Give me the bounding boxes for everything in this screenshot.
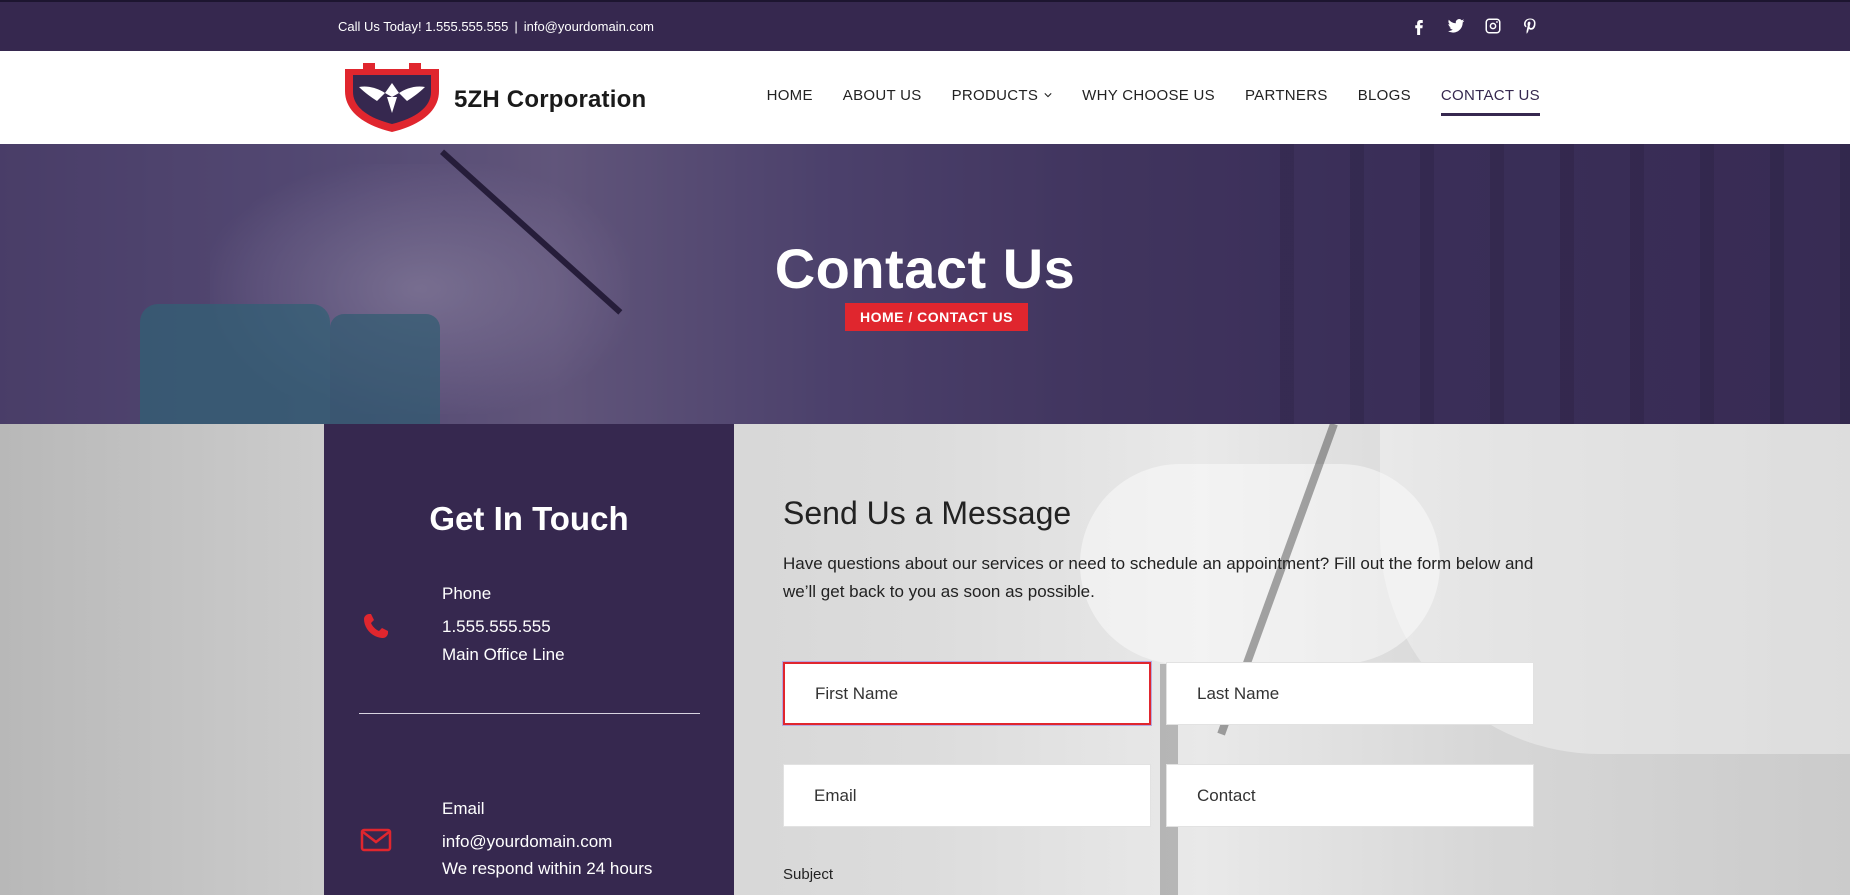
email-address[interactable]: info@yourdomain.com (442, 828, 612, 856)
nav-why-choose-us[interactable]: WHY CHOOSE US (1082, 87, 1215, 116)
topbar-separator: | (514, 19, 518, 34)
phone-note: Main Office Line (442, 645, 565, 664)
phone-icon (360, 610, 392, 642)
last-name-input[interactable] (1166, 662, 1534, 725)
page-hero: Contact Us HOME / CONTACT US (0, 144, 1850, 424)
brand-name[interactable]: 5ZH Corporation (454, 86, 646, 114)
facebook-icon[interactable] (1409, 16, 1429, 36)
breadcrumb: HOME / CONTACT US (845, 303, 1028, 331)
chevron-down-icon (1044, 93, 1052, 98)
form-description: Have questions about our services or nee… (783, 554, 1534, 601)
top-bar: Call Us Today! 1.555.555.555 | info@yourdo… (0, 0, 1850, 51)
topbar-contact: Call Us Today! 1.555.555.555 | info@yourdo… (338, 19, 654, 34)
contact-divider (359, 713, 700, 714)
nav-contact-us[interactable]: CONTACT US (1440, 87, 1541, 116)
phone-label: Phone (442, 584, 492, 603)
contact-section: Get In Touch Phone 1.555.555.555 Main Of… (0, 424, 1850, 895)
envelope-icon (360, 824, 392, 856)
form-title: Send Us a Message (783, 495, 1072, 531)
subject-label: Subject (783, 866, 834, 883)
company-logo[interactable] (341, 61, 443, 133)
breadcrumb-current: CONTACT US (917, 309, 1013, 325)
nav-partners[interactable]: PARTNERS (1245, 87, 1328, 116)
main-nav: HOME ABOUT US PRODUCTS WHY CHOOSE US PAR… (767, 87, 1541, 116)
site-header: 5ZH Corporation HOME ABOUT US PRODUCTS W… (0, 51, 1850, 144)
get-in-touch-panel: Get In Touch Phone 1.555.555.555 Main Of… (324, 424, 734, 895)
twitter-icon[interactable] (1446, 16, 1466, 36)
topbar-email[interactable]: info@yourdomain.com (524, 19, 654, 34)
contact-input[interactable] (1166, 764, 1534, 827)
email-input[interactable] (783, 764, 1151, 827)
topbar-call: Call Us Today! 1.555.555.555 (338, 19, 509, 34)
pinterest-icon[interactable] (1520, 16, 1540, 36)
nav-about-us[interactable]: ABOUT US (843, 87, 922, 116)
email-label: Email (442, 799, 485, 818)
social-links (1409, 16, 1540, 36)
first-name-input[interactable] (783, 662, 1151, 725)
nav-home[interactable]: HOME (767, 87, 813, 116)
phone-number[interactable]: 1.555.555.555 (442, 613, 551, 641)
breadcrumb-home[interactable]: HOME (860, 309, 904, 325)
nav-products-label: PRODUCTS (951, 87, 1039, 104)
instagram-icon[interactable] (1483, 16, 1503, 36)
get-in-touch-title: Get In Touch (429, 500, 629, 537)
page-title: Contact Us (774, 237, 1076, 300)
nav-blogs[interactable]: BLOGS (1358, 87, 1411, 116)
nav-products[interactable]: PRODUCTS (952, 87, 1053, 116)
breadcrumb-separator: / (904, 309, 918, 325)
email-note: We respond within 24 hours (442, 859, 653, 878)
